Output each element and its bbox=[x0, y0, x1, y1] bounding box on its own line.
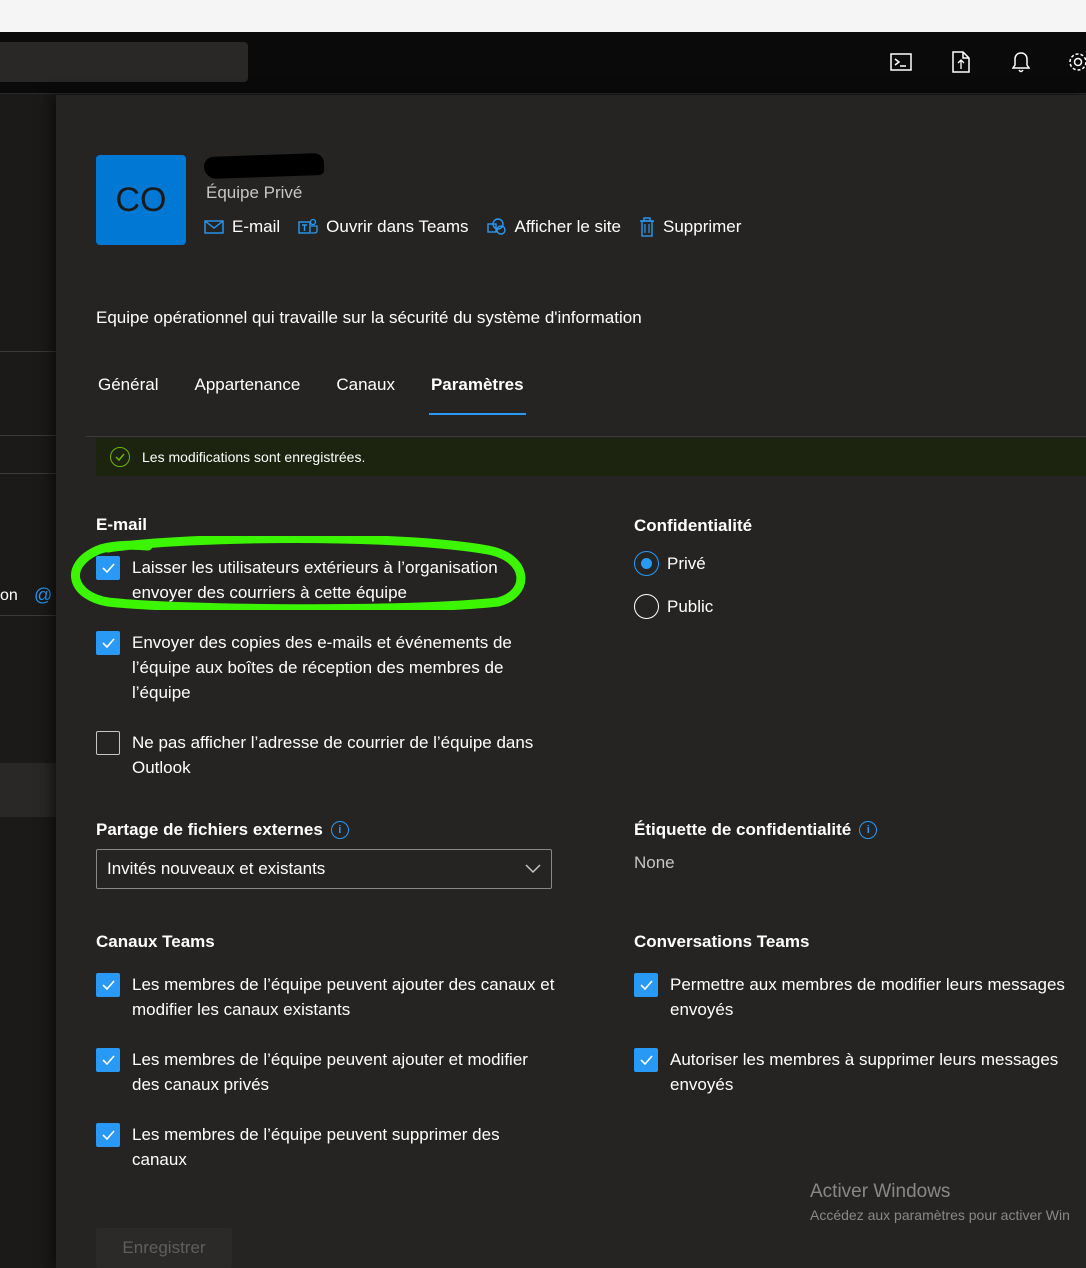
team-details-panel: CO Équipe Privé E-mail Ouvrir dans Teams… bbox=[56, 95, 1086, 1268]
trash-icon bbox=[640, 217, 654, 237]
tab-bar: Général Appartenance Canaux Paramètres bbox=[96, 371, 558, 415]
external-sharing-dropdown[interactable]: Invités nouveaux et existants bbox=[96, 849, 552, 889]
private-channels-checkbox[interactable] bbox=[96, 1048, 120, 1072]
action-bar: E-mail Ouvrir dans Teams Afficher le sit… bbox=[204, 217, 741, 237]
info-icon[interactable]: i bbox=[859, 821, 878, 839]
document-sync-icon[interactable] bbox=[949, 50, 973, 74]
team-type: Équipe Privé bbox=[206, 183, 303, 202]
teams-channels-title: Canaux Teams bbox=[96, 932, 215, 951]
privacy-section-title: Confidentialité bbox=[634, 516, 753, 535]
tabs-divider bbox=[86, 436, 1086, 437]
selected-row[interactable] bbox=[0, 763, 56, 817]
privacy-option-private: Privé bbox=[634, 551, 706, 576]
divider bbox=[0, 615, 56, 616]
at-icon: @ bbox=[34, 585, 53, 605]
delete-label: Supprimer bbox=[663, 217, 742, 236]
private-label: Privé bbox=[667, 553, 706, 573]
tab-channels[interactable]: Canaux bbox=[334, 371, 397, 415]
divider bbox=[0, 435, 56, 436]
delete-button[interactable]: Supprimer bbox=[639, 217, 741, 237]
external-senders-checkbox[interactable] bbox=[96, 556, 120, 580]
private-channels-label: Les membres de l’équipe peuvent ajouter … bbox=[132, 1050, 528, 1094]
privacy-option-public: Public bbox=[634, 594, 713, 619]
sensitivity-value: None bbox=[634, 853, 675, 872]
channels-option-add-modify: Les membres de l’équipe peuvent ajouter … bbox=[96, 972, 556, 1022]
send-copies-label: Envoyer des copies des e-mails et événem… bbox=[132, 633, 512, 702]
redacted-team-name bbox=[203, 152, 325, 180]
team-avatar: CO bbox=[96, 155, 186, 245]
open-in-teams-label: Ouvrir dans Teams bbox=[326, 217, 469, 236]
email-option-send-copies: Envoyer des copies des e-mails et événem… bbox=[96, 630, 556, 705]
email-action-label: E-mail bbox=[232, 217, 281, 236]
checkmark-circle-icon bbox=[110, 447, 130, 467]
delete-messages-label: Autoriser les membres à supprimer leurs … bbox=[670, 1050, 1059, 1094]
hide-address-checkbox[interactable] bbox=[96, 731, 120, 755]
delete-channels-label: Les membres de l’équipe peuvent supprime… bbox=[132, 1125, 500, 1169]
external-sharing-title: Partage de fichiers externes i bbox=[96, 820, 349, 840]
chevron-down-icon bbox=[525, 864, 541, 874]
email-action-button[interactable]: E-mail bbox=[204, 217, 280, 237]
add-modify-channels-checkbox[interactable] bbox=[96, 973, 120, 997]
send-copies-checkbox[interactable] bbox=[96, 631, 120, 655]
tab-general[interactable]: Général bbox=[96, 371, 160, 415]
windows-activation-title: Activer Windows bbox=[810, 1181, 951, 1202]
success-message-text: Les modifications sont enregistrées. bbox=[142, 449, 366, 465]
info-icon[interactable]: i bbox=[330, 821, 349, 839]
search-box[interactable] bbox=[0, 42, 248, 82]
external-sharing-value: Invités nouveaux et existants bbox=[107, 859, 326, 878]
teams-icon bbox=[298, 218, 318, 234]
divider bbox=[0, 351, 56, 352]
edit-messages-label: Permettre aux membres de modifier leurs … bbox=[670, 975, 1065, 1019]
windows-activation-subtitle: Accédez aux paramètres pour activer Win bbox=[810, 1207, 1070, 1223]
external-sharing-title-text: Partage de fichiers externes bbox=[96, 820, 323, 839]
sharepoint-icon bbox=[486, 218, 506, 235]
divider bbox=[0, 473, 56, 474]
edit-messages-checkbox[interactable] bbox=[634, 973, 658, 997]
sensitivity-title-text: Étiquette de confidentialité bbox=[634, 820, 852, 839]
email-section-title: E-mail bbox=[96, 515, 148, 534]
email-option-external-senders: Laisser les utilisateurs extérieurs à l’… bbox=[96, 555, 556, 605]
success-message-bar: Les modifications sont enregistrées. bbox=[96, 438, 1086, 476]
public-label: Public bbox=[667, 596, 714, 616]
delete-channels-checkbox[interactable] bbox=[96, 1123, 120, 1147]
bell-icon[interactable] bbox=[1009, 50, 1033, 74]
tab-membership[interactable]: Appartenance bbox=[192, 371, 302, 415]
open-in-teams-button[interactable]: Ouvrir dans Teams bbox=[298, 217, 469, 237]
sensitivity-title: Étiquette de confidentialité i bbox=[634, 820, 878, 840]
teams-conversations-title: Conversations Teams bbox=[634, 932, 810, 951]
hide-address-label: Ne pas afficher l’adresse de courrier de… bbox=[132, 733, 534, 777]
terminal-icon[interactable] bbox=[889, 50, 913, 74]
add-modify-channels-label: Les membres de l’équipe peuvent ajouter … bbox=[132, 975, 555, 1019]
tab-settings[interactable]: Paramètres bbox=[428, 371, 526, 415]
conversations-option-delete: Autoriser les membres à supprimer leurs … bbox=[634, 1047, 1074, 1097]
channels-option-delete: Les membres de l’équipe peuvent supprime… bbox=[96, 1122, 556, 1172]
truncated-label: on bbox=[0, 587, 18, 604]
conversations-option-edit: Permettre aux membres de modifier leurs … bbox=[634, 972, 1074, 1022]
delete-messages-checkbox[interactable] bbox=[634, 1048, 658, 1072]
save-button[interactable]: Enregistrer bbox=[96, 1228, 232, 1268]
top-bar bbox=[0, 32, 1086, 94]
mail-icon bbox=[204, 220, 224, 234]
email-option-hide-address: Ne pas afficher l’adresse de courrier de… bbox=[96, 730, 556, 780]
browser-chrome bbox=[0, 0, 1086, 32]
team-description: Equipe opérationnel qui travaille sur la… bbox=[96, 308, 642, 327]
channels-option-private: Les membres de l’équipe peuvent ajouter … bbox=[96, 1047, 556, 1097]
private-radio[interactable] bbox=[634, 551, 659, 576]
left-navigation-panel: on @ bbox=[0, 95, 56, 1268]
external-senders-label: Laisser les utilisateurs extérieurs à l’… bbox=[132, 558, 498, 602]
view-site-label: Afficher le site bbox=[514, 217, 621, 236]
gear-icon[interactable] bbox=[1066, 50, 1086, 74]
view-site-button[interactable]: Afficher le site bbox=[486, 217, 621, 237]
public-radio[interactable] bbox=[634, 594, 659, 619]
